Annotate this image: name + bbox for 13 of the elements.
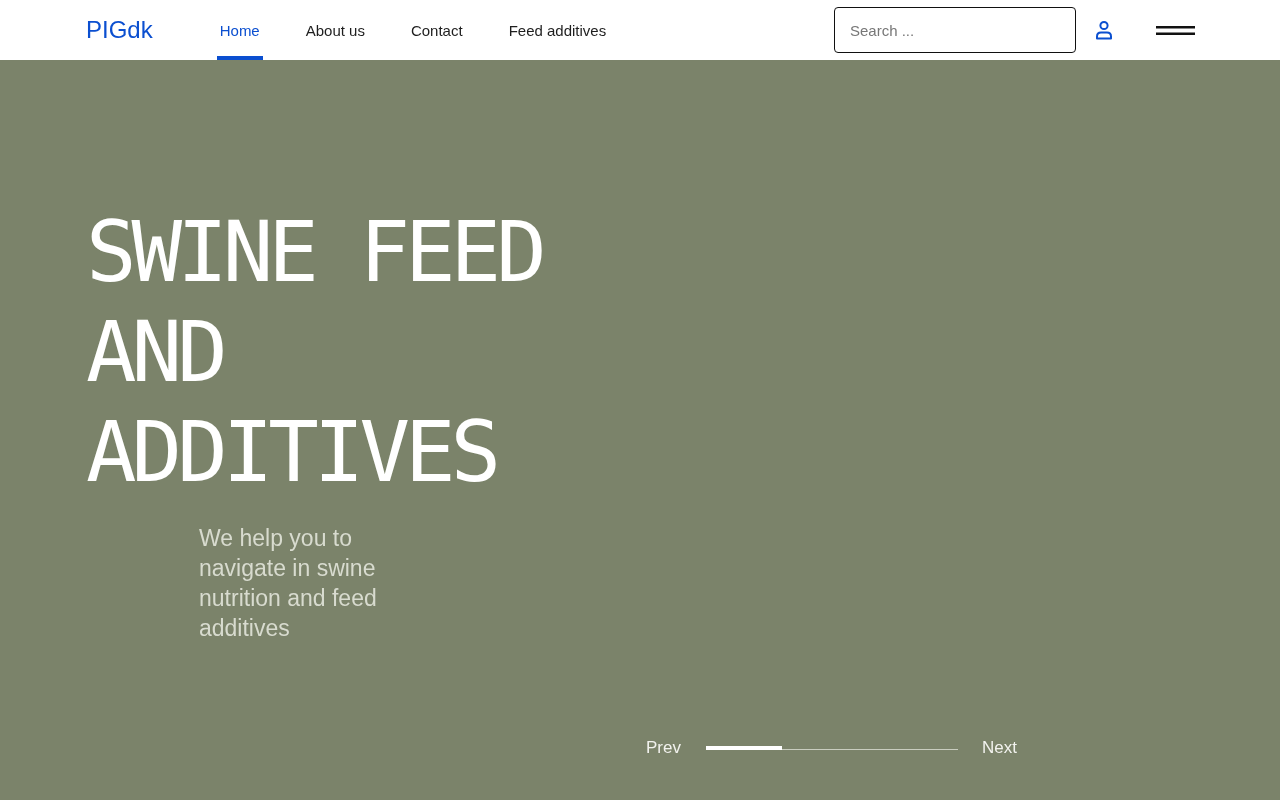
- hero-title: SWINE FEED AND ADDITIVES: [86, 202, 543, 502]
- prev-button[interactable]: Prev: [646, 738, 681, 758]
- account-button[interactable]: [1096, 20, 1112, 40]
- menu-button[interactable]: [1156, 25, 1195, 35]
- nav-tab[interactable]: Contact: [407, 0, 466, 60]
- site-logo[interactable]: PIGdk: [86, 16, 153, 44]
- nav-tab[interactable]: Feed additives: [505, 0, 610, 60]
- nav-tab[interactable]: About us: [302, 0, 368, 60]
- next-button[interactable]: Next: [981, 738, 1017, 758]
- menu-icon: [1156, 25, 1195, 35]
- search-field[interactable]: Search ...: [834, 7, 1076, 53]
- hero-subtitle: We help you to navigate in swine nutrition and feed additives: [199, 524, 378, 643]
- person-icon: [1096, 20, 1112, 40]
